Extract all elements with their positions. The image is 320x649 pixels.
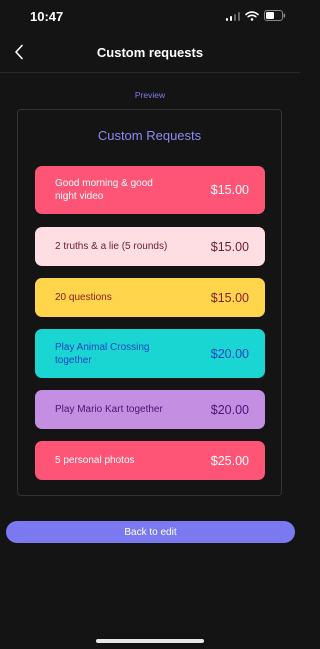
request-label: Play Mario Kart together — [55, 404, 163, 415]
wifi-icon — [245, 10, 259, 21]
request-item[interactable]: Good morning & good night video $15.00 — [35, 166, 265, 214]
home-indicator — [96, 639, 204, 643]
request-price: $15.00 — [210, 183, 249, 197]
cellular-signal-icon — [225, 11, 240, 21]
request-item[interactable]: 2 truths & a lie (5 rounds) $15.00 — [35, 227, 265, 266]
request-label: 5 personal photos — [55, 455, 135, 466]
request-price: $15.00 — [210, 290, 249, 305]
request-item[interactable]: Play Animal Crossing together $20.00 — [35, 329, 265, 378]
preview-card: Custom Requests Good morning & good nigh… — [17, 109, 282, 496]
request-label: Play Animal Crossing together — [55, 341, 150, 366]
request-price: $25.00 — [210, 453, 249, 468]
card-title: Custom Requests — [97, 128, 202, 143]
request-item[interactable]: 5 personal photos $25.00 — [35, 441, 265, 480]
request-label: 2 truths & a lie (5 rounds) — [55, 241, 168, 252]
request-price: $20.00 — [210, 346, 249, 361]
request-price: $20.00 — [210, 402, 249, 417]
request-item[interactable]: Play Mario Kart together $20.00 — [35, 390, 265, 429]
status-time: 10:47 — [30, 9, 64, 24]
back-to-edit-button[interactable]: Back to edit — [6, 521, 295, 543]
request-item[interactable]: 20 questions $15.00 — [35, 278, 265, 317]
page-title: Custom requests — [96, 45, 204, 60]
battery-icon — [264, 10, 286, 21]
request-price: $15.00 — [210, 239, 249, 254]
request-label: Good morning & good night video — [55, 178, 153, 202]
request-label: 20 questions — [55, 292, 112, 303]
nav-bar: Custom requests — [0, 34, 300, 73]
preview-label: Preview — [134, 90, 166, 100]
status-icons — [225, 10, 287, 21]
status-bar: 10:47 — [0, 0, 300, 34]
